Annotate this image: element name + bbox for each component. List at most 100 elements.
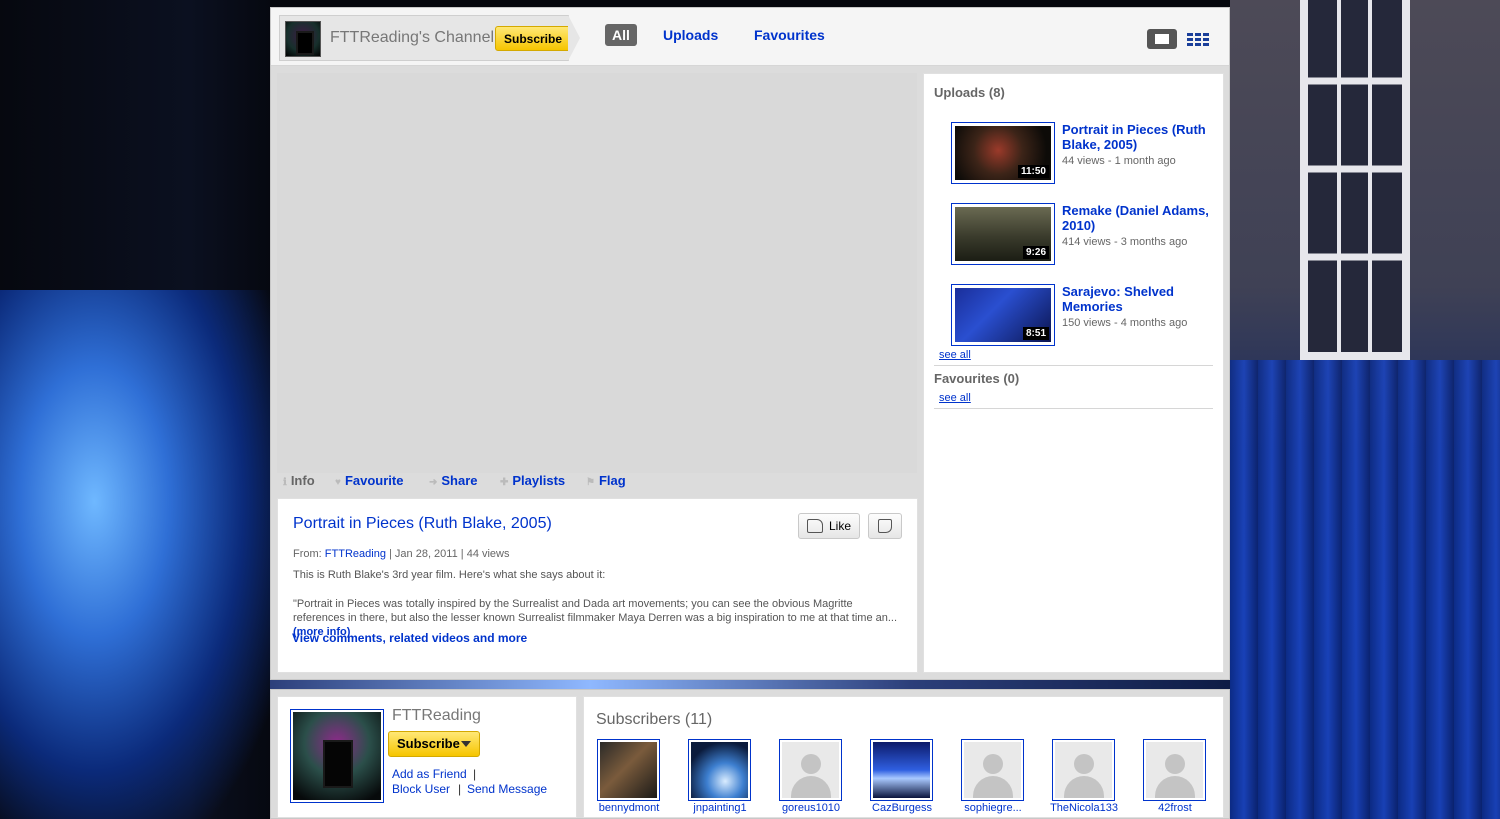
tab-all[interactable]: All	[605, 24, 637, 46]
plus-icon: ✚	[500, 477, 509, 488]
subscriber-avatar[interactable]	[597, 739, 660, 801]
dislike-button[interactable]	[868, 513, 902, 539]
subscriber-avatar[interactable]	[1052, 739, 1115, 801]
subscriber-name[interactable]: TheNicola133	[1044, 802, 1124, 814]
upload-meta: 44 views - 1 month ago	[1062, 155, 1176, 167]
profile-name[interactable]: FTTReading	[392, 707, 481, 725]
subscriber-item[interactable]: bennydmont	[589, 739, 669, 815]
default-avatar-icon	[964, 742, 1021, 798]
divider	[934, 365, 1213, 366]
subscriber-name[interactable]: CazBurgess	[862, 802, 942, 814]
background-window	[1300, 0, 1410, 360]
action-flag[interactable]: ⚑ Flag	[586, 473, 626, 488]
action-info[interactable]: ℹ Info	[283, 473, 315, 488]
profile-subscribe-button[interactable]: Subscribe	[388, 731, 480, 757]
subscriber-name[interactable]: sophiegre...	[953, 802, 1033, 814]
action-playlists[interactable]: ✚ Playlists	[500, 473, 565, 488]
duration-badge: 8:51	[1022, 327, 1049, 340]
video-title[interactable]: Portrait in Pieces (Ruth Blake, 2005)	[293, 515, 552, 533]
background-curtain	[1230, 360, 1500, 819]
action-favourite[interactable]: ♥ Favourite	[335, 473, 403, 488]
avatar-image	[691, 742, 748, 798]
favourites-title[interactable]: Favourites (0)	[934, 371, 1019, 386]
subscribe-button[interactable]: Subscribe	[495, 26, 572, 51]
description-intro: This is Ruth Blake's 3rd year film. Here…	[293, 569, 606, 581]
video-thumbnail[interactable]: 9:26	[951, 203, 1055, 265]
subscriber-avatar[interactable]	[961, 739, 1024, 801]
heart-icon: ♥	[335, 477, 341, 488]
thumbnail-image: 9:26	[955, 207, 1051, 261]
subscriber-name[interactable]: jnpainting1	[680, 802, 760, 814]
subscriber-name[interactable]: 42frost	[1135, 802, 1215, 814]
action-share[interactable]: ➜ Share	[429, 473, 478, 488]
subscriber-name[interactable]: goreus1010	[771, 802, 851, 814]
subscriber-avatar[interactable]	[779, 739, 842, 801]
block-user-link[interactable]: Block User	[392, 782, 450, 796]
upload-item[interactable]: 11:50 Portrait in Pieces (Ruth Blake, 20…	[951, 122, 1221, 186]
divider	[934, 408, 1213, 409]
video-thumbnail[interactable]: 11:50	[951, 122, 1055, 184]
subscriber-item[interactable]: 42frost	[1135, 739, 1215, 815]
subscriber-item[interactable]: goreus1010	[771, 739, 851, 815]
uploads-title[interactable]: Uploads (8)	[934, 85, 1005, 100]
uploader-link[interactable]: FTTReading	[325, 548, 386, 560]
like-button[interactable]: Like	[798, 513, 860, 539]
tab-favourites[interactable]: Favourites	[754, 27, 825, 43]
separator: |	[458, 782, 462, 796]
channel-avatar[interactable]	[285, 21, 321, 57]
duration-badge: 9:26	[1022, 246, 1049, 259]
subscriber-name[interactable]: bennydmont	[589, 802, 669, 814]
view-comments-link[interactable]: View comments, related videos and more	[292, 631, 527, 645]
grid-view-icon[interactable]	[1187, 33, 1209, 46]
tab-uploads[interactable]: Uploads	[663, 27, 718, 43]
player-view-icon[interactable]	[1147, 29, 1177, 49]
from-label: From:	[293, 548, 322, 560]
upload-title[interactable]: Portrait in Pieces (Ruth Blake, 2005)	[1062, 122, 1212, 152]
profile-box: FTTReading Subscribe Add as Friend | Blo…	[277, 696, 577, 818]
video-actions-bar: ℹ Info ♥ Favourite ➜ Share ✚ Playlists ⚑ Flag	[283, 473, 923, 497]
add-friend-link[interactable]: Add as Friend	[392, 767, 467, 781]
upload-item[interactable]: 8:51 Sarajevo: Shelved Memories 150 view…	[951, 284, 1221, 348]
upload-title[interactable]: Sarajevo: Shelved Memories	[1062, 284, 1212, 314]
subscriber-item[interactable]: CazBurgess	[862, 739, 942, 815]
separator: |	[473, 767, 477, 781]
thumbs-up-icon	[807, 519, 823, 533]
channel-title[interactable]: FTTReading's Channel	[330, 29, 494, 47]
video-info-panel: Portrait in Pieces (Ruth Blake, 2005) Li…	[277, 498, 918, 673]
send-message-link[interactable]: Send Message	[467, 782, 547, 796]
thumbnail-image: 8:51	[955, 288, 1051, 342]
share-icon: ➜	[429, 477, 438, 488]
upload-date: | Jan 28, 2011	[389, 548, 458, 560]
video-player[interactable]	[277, 73, 917, 473]
avatar-image	[873, 742, 930, 798]
info-icon: ℹ	[283, 477, 287, 488]
thumbs-down-icon	[878, 519, 892, 533]
default-avatar-icon	[1146, 742, 1203, 798]
flag-icon: ⚑	[586, 477, 595, 488]
video-thumbnail[interactable]: 8:51	[951, 284, 1055, 346]
avatar-image	[600, 742, 657, 798]
subscriber-avatar[interactable]	[688, 739, 751, 801]
duration-badge: 11:50	[1017, 165, 1049, 178]
upload-item[interactable]: 9:26 Remake (Daniel Adams, 2010) 414 vie…	[951, 203, 1221, 267]
subscriber-item[interactable]: sophiegre...	[953, 739, 1033, 815]
upload-title[interactable]: Remake (Daniel Adams, 2010)	[1062, 203, 1212, 233]
subscriber-item[interactable]: TheNicola133	[1044, 739, 1124, 815]
profile-avatar[interactable]	[290, 709, 384, 803]
favourites-see-all-link[interactable]: see all	[939, 392, 971, 404]
subscriber-avatar[interactable]	[870, 739, 933, 801]
subscribers-box: Subscribers (11) bennydmont jnpainting1 …	[583, 696, 1224, 818]
thumbnail-image: 11:50	[955, 126, 1051, 180]
caret-down-icon[interactable]	[461, 741, 471, 747]
uploads-see-all-link[interactable]: see all	[939, 349, 971, 361]
subscriber-item[interactable]: jnpainting1	[680, 739, 760, 815]
upload-meta: 414 views - 3 months ago	[1062, 236, 1188, 248]
subscriber-avatar[interactable]	[1143, 739, 1206, 801]
view-count: | 44 views	[460, 548, 510, 560]
profile-subscribe-label: Subscribe	[397, 736, 460, 751]
default-avatar-icon	[782, 742, 839, 798]
avatar-image	[293, 712, 381, 800]
default-avatar-icon	[1055, 742, 1112, 798]
channel-bottom-container: FTTReading Subscribe Add as Friend | Blo…	[270, 689, 1230, 819]
subscribers-title[interactable]: Subscribers (11)	[596, 711, 712, 729]
